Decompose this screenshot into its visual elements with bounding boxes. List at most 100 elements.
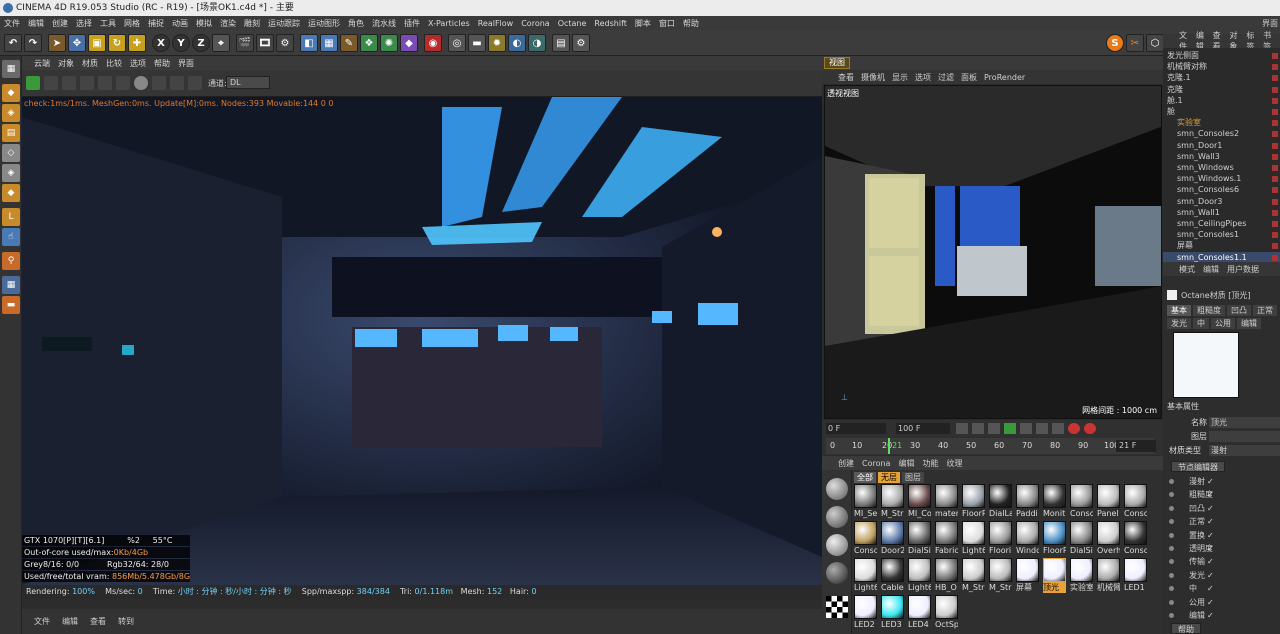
material-item[interactable]: DialSi xyxy=(908,521,931,558)
material-item[interactable]: Consc xyxy=(1124,484,1147,521)
menu-item-11[interactable]: 运动跟踪 xyxy=(268,18,300,29)
material-item[interactable]: Floori xyxy=(989,521,1012,558)
end-frame-field[interactable]: 100 F xyxy=(896,423,950,434)
channel-enabled-check[interactable]: ✓ xyxy=(1207,556,1214,567)
viewer-menu-item-3[interactable]: 比较 xyxy=(106,58,122,69)
material-item[interactable]: LED3 xyxy=(881,595,904,632)
y-axis-button[interactable]: Y xyxy=(172,34,190,52)
viewport-menu-item-1[interactable]: 摄像机 xyxy=(861,72,885,83)
object-row[interactable]: 克隆.1 xyxy=(1163,72,1280,83)
redo-icon[interactable]: ↷ xyxy=(24,34,42,52)
viewer-menu-item-6[interactable]: 界面 xyxy=(178,58,194,69)
pause-icon[interactable] xyxy=(62,76,76,90)
attribute-menu-item-0[interactable]: 模式 xyxy=(1179,264,1195,275)
environment-icon[interactable]: ◑ xyxy=(528,34,546,52)
object-row[interactable]: 舱.1 xyxy=(1163,95,1280,106)
bottom-menu-item-0[interactable]: 文件 xyxy=(34,616,50,627)
object-visibility-icon[interactable] xyxy=(1272,254,1278,261)
material-item[interactable]: LED4 xyxy=(908,595,931,632)
sphere-icon[interactable] xyxy=(134,76,148,90)
bottom-menu-item-2[interactable]: 查看 xyxy=(90,616,106,627)
object-visibility-icon[interactable] xyxy=(1272,120,1278,127)
bottom-menu-item-1[interactable]: 编辑 xyxy=(62,616,78,627)
object-row[interactable]: smn_CeilingPipes xyxy=(1163,218,1280,229)
channel-enabled-check[interactable]: ✓ xyxy=(1207,610,1214,621)
workplane-icon[interactable]: ▤ xyxy=(2,124,20,142)
diffuse-ball-icon[interactable] xyxy=(826,478,848,500)
object-row[interactable]: 实验室 xyxy=(1163,117,1280,128)
material-item[interactable]: MI_Co xyxy=(908,484,931,521)
settings-gear-icon[interactable]: ⚙ xyxy=(572,34,590,52)
attribute-tab-2[interactable]: 凹凸 xyxy=(1227,305,1251,316)
object-row[interactable]: smn_Consoles1.1 xyxy=(1163,251,1280,262)
channel-enabled-check[interactable]: ✓ xyxy=(1207,530,1214,541)
next-frame-icon[interactable] xyxy=(1020,423,1032,434)
object-visibility-icon[interactable] xyxy=(1272,221,1278,227)
material-item[interactable]: M_Stri xyxy=(962,558,985,595)
material-menu-item-1[interactable]: Corona xyxy=(862,459,890,468)
viewport-menu-item-4[interactable]: 过滤 xyxy=(938,72,954,83)
rotate-icon[interactable]: ↻ xyxy=(108,34,126,52)
go-end-icon[interactable] xyxy=(1052,423,1064,434)
material-item[interactable]: Paddi xyxy=(1016,484,1039,521)
material-item[interactable]: Light6 xyxy=(908,558,931,595)
attribute-tab-row2-1[interactable]: 中 xyxy=(1193,318,1209,329)
channel-radio-icon[interactable] xyxy=(1169,586,1174,592)
material-item[interactable]: LED2 xyxy=(854,595,877,632)
points-mode-icon[interactable]: ◇ xyxy=(2,144,20,162)
object-visibility-icon[interactable] xyxy=(1272,142,1278,149)
pen-icon[interactable]: ✎ xyxy=(340,34,358,52)
attribute-tab-row2-0[interactable]: 发光 xyxy=(1167,318,1191,329)
material-item[interactable]: 屏幕 xyxy=(1016,558,1039,595)
material-item[interactable]: HB_O xyxy=(935,558,958,595)
material-type-select[interactable]: 漫射 xyxy=(1209,445,1280,456)
z-axis-button[interactable]: Z xyxy=(192,34,210,52)
object-row[interactable]: smn_Windows xyxy=(1163,162,1280,173)
channel-enabled-check[interactable]: ✓ xyxy=(1207,597,1214,608)
coordinate-system-icon[interactable]: ⌖ xyxy=(212,34,230,52)
object-visibility-icon[interactable] xyxy=(1272,165,1278,171)
tab-no-layer[interactable]: 无层 xyxy=(878,472,900,483)
viewport-menu-item-2[interactable]: 显示 xyxy=(892,72,908,83)
material-item[interactable]: Panel xyxy=(1097,484,1120,521)
menu-item-1[interactable]: 编辑 xyxy=(28,18,44,29)
menu-item-9[interactable]: 渲染 xyxy=(220,18,236,29)
snap-icon[interactable]: ⚲ xyxy=(2,252,20,270)
material-item[interactable]: FloorP xyxy=(1043,521,1066,558)
channel-radio-icon[interactable] xyxy=(1169,559,1174,565)
material-item[interactable]: 机械臂 xyxy=(1097,558,1120,595)
menu-item-8[interactable]: 模拟 xyxy=(196,18,212,29)
object-visibility-icon[interactable] xyxy=(1272,109,1278,115)
octane-target-icon[interactable]: ◎ xyxy=(448,34,466,52)
object-row[interactable]: smn_Consoles2 xyxy=(1163,128,1280,139)
cube-icon[interactable]: ◧ xyxy=(300,34,318,52)
material-item[interactable]: Door2 xyxy=(881,521,904,558)
material-item[interactable]: M_Stri xyxy=(989,558,1012,595)
attribute-menu-item-1[interactable]: 编辑 xyxy=(1203,264,1219,275)
edges-mode-icon[interactable]: ◈ xyxy=(2,164,20,182)
menu-item-14[interactable]: 流水线 xyxy=(372,18,396,29)
material-item[interactable]: Consc xyxy=(1124,521,1147,558)
viewport-menu-item-5[interactable]: 面板 xyxy=(961,72,977,83)
viewport-tab[interactable]: 视图 xyxy=(824,57,850,69)
menu-item-20[interactable]: Redshift xyxy=(594,19,626,28)
object-visibility-icon[interactable] xyxy=(1272,243,1278,250)
attribute-tab-1[interactable]: 粗糙度 xyxy=(1193,305,1225,316)
channel-radio-icon[interactable] xyxy=(1169,613,1174,618)
object-visibility-icon[interactable] xyxy=(1272,209,1278,216)
menu-item-23[interactable]: 帮助 xyxy=(683,18,699,29)
focus-icon[interactable] xyxy=(170,76,184,90)
options-gear-icon[interactable] xyxy=(98,76,112,90)
menu-item-15[interactable]: 插件 xyxy=(404,18,420,29)
make-editable-icon[interactable]: ▦ xyxy=(2,60,20,78)
channel-radio-icon[interactable] xyxy=(1169,546,1174,551)
current-frame-field[interactable]: 21 F xyxy=(1116,440,1156,452)
attribute-tab-row2-3[interactable]: 编辑 xyxy=(1237,318,1261,329)
render-settings-icon[interactable]: ⚙ xyxy=(276,34,294,52)
material-item[interactable]: Light6 xyxy=(962,521,985,558)
subdivision-icon[interactable]: ❖ xyxy=(360,34,378,52)
object-row[interactable]: 舱 xyxy=(1163,106,1280,117)
viewer-menu-item-2[interactable]: 材质 xyxy=(82,58,98,69)
glossy-ball-icon[interactable] xyxy=(826,506,848,528)
material-item[interactable]: Fabric xyxy=(935,521,958,558)
